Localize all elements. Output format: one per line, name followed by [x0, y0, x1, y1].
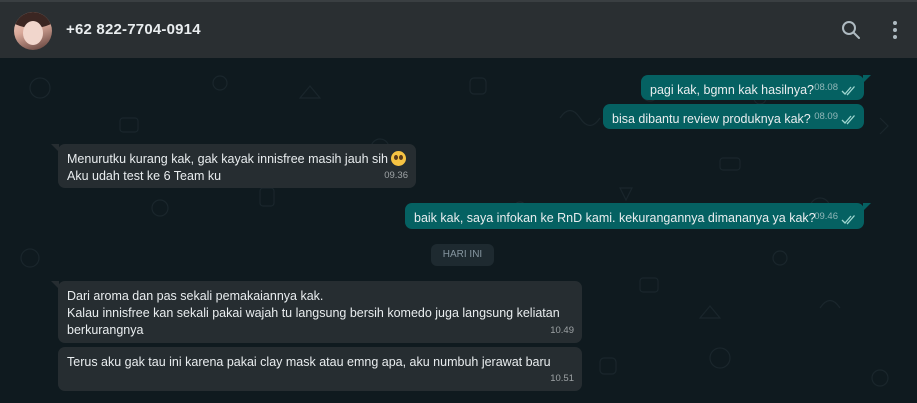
message-bubble-outgoing[interactable]: bisa dibantu review produknya kak? 08.09 [603, 104, 864, 129]
message-time: 09.46 [814, 211, 838, 222]
message-text-line: Aku udah test ke 6 Team ku [67, 169, 222, 183]
bubble-tail [863, 75, 871, 83]
kebab-menu-icon[interactable] [883, 18, 907, 42]
bubble-tail [51, 281, 59, 289]
pleading-face-emoji [391, 151, 406, 166]
message-bubble-incoming[interactable]: Dari aroma dan pas sekali pemakaiannya k… [51, 281, 582, 343]
message-time: 10.51 [550, 373, 574, 384]
message-time: 08.09 [814, 111, 838, 122]
bubble-tail [863, 203, 871, 211]
message-bubble-incoming[interactable]: Menurutku kurang kak, gak kayak innisfre… [51, 144, 416, 188]
message-text: Terus aku gak tau ini karena pakai clay … [67, 355, 551, 369]
chat-header: +62 822-7704-0914 [0, 0, 917, 58]
bubble-tail [51, 144, 59, 152]
message-text: baik kak, saya infokan ke RnD kami. keku… [414, 211, 816, 225]
message-text-line: Dari aroma dan pas sekali pemakaiannya k… [67, 289, 324, 303]
double-check-icon [841, 115, 855, 125]
message-bubble-outgoing[interactable]: baik kak, saya infokan ke RnD kami. keku… [405, 203, 871, 229]
message-time: 08.08 [814, 82, 838, 93]
contact-avatar[interactable] [14, 12, 52, 50]
double-check-icon [841, 86, 855, 96]
message-time: 09.36 [384, 170, 408, 181]
day-separator: HARI INI [431, 244, 494, 266]
contact-name[interactable]: +62 822-7704-0914 [66, 21, 201, 38]
message-text-line: Menurutku kurang kak, gak kayak innisfre… [67, 151, 406, 168]
message-text-line: Kalau innisfree kan sekali pakai wajah t… [67, 306, 560, 320]
message-text: bisa dibantu review produknya kak? [612, 112, 811, 126]
search-icon[interactable] [839, 18, 863, 42]
avatar-face [23, 21, 43, 45]
message-time: 10.49 [550, 325, 574, 336]
chat-pane[interactable]: pagi kak, bgmn kak hasilnya? 08.08 bisa … [0, 58, 917, 403]
double-check-icon [841, 215, 855, 225]
message-bubble-incoming[interactable]: Terus aku gak tau ini karena pakai clay … [58, 347, 582, 391]
message-bubble-outgoing[interactable]: pagi kak, bgmn kak hasilnya? 08.08 [641, 75, 871, 100]
message-text-line: berkurangnya [67, 323, 144, 337]
message-text: pagi kak, bgmn kak hasilnya? [650, 83, 814, 97]
